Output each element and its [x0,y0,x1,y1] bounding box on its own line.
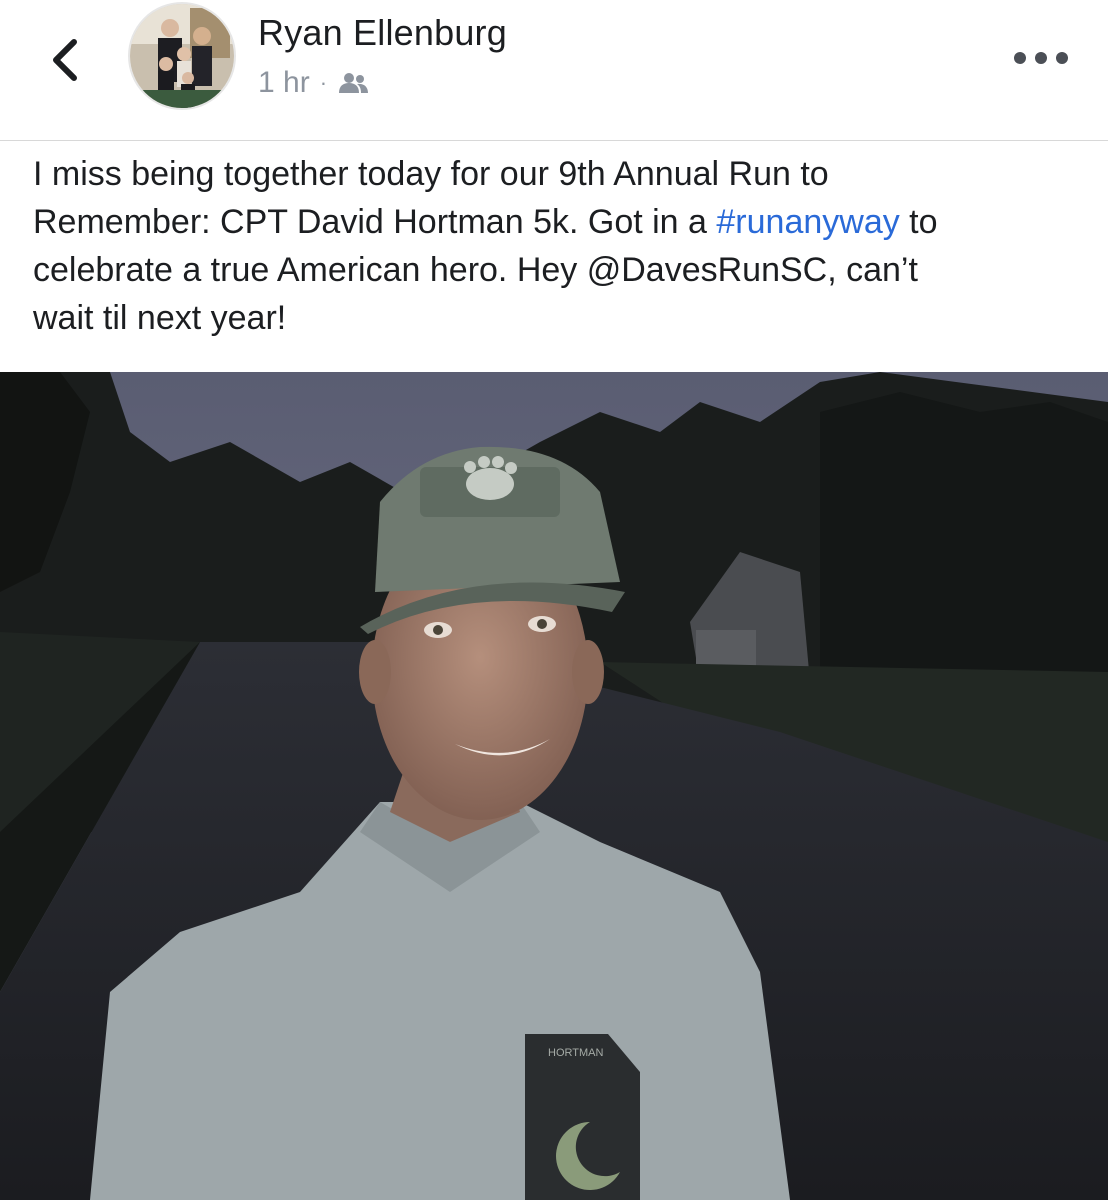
post-text-line: Remember: CPT David Hortman 5k. Got in a… [33,203,938,241]
post-text-line: I miss being together today for our 9th … [33,155,829,193]
back-button[interactable] [40,30,90,90]
meta-separator: · [319,70,328,95]
post-header: Ryan Ellenburg 1 hr · [0,0,1108,141]
author-name[interactable]: Ryan Ellenburg [258,12,507,54]
shirt-text: HORTMAN [548,1047,603,1059]
post-text-line: celebrate a true American hero. Hey @Dav… [33,251,918,289]
post-text-line: wait til next year! [33,299,287,337]
hashtag-link[interactable]: #runanyway [716,203,899,241]
post-text: I miss being together today for our 9th … [33,150,1093,342]
post-meta: 1 hr · [258,66,369,100]
friends-icon [339,73,369,93]
more-button[interactable] [1014,40,1068,76]
post-photo[interactable]: HORTMAN [0,372,1108,1200]
chevron-left-icon [53,39,77,81]
timestamp[interactable]: 1 hr [258,66,310,100]
more-horizontal-icon [1014,52,1026,64]
avatar[interactable] [128,2,236,110]
